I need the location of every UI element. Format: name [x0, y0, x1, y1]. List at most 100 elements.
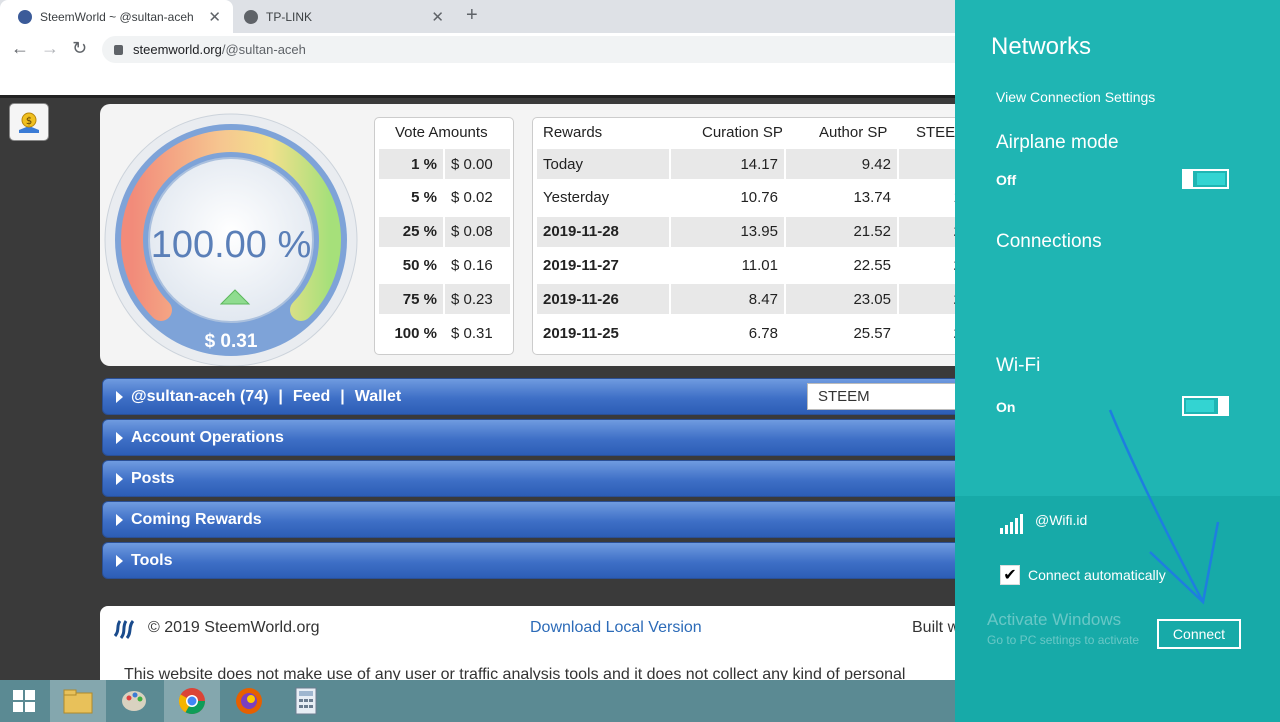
reward-period: 2019-11-27 [543, 256, 619, 274]
toggle-knob [1182, 169, 1193, 189]
stats-panel: 100.00 % $ 0.31 Vote Amounts 1 % $ 0.00 5 … [100, 104, 955, 366]
copyright: © 2019 SteemWorld.org [148, 619, 320, 636]
reward-period: 2019-11-28 [537, 216, 669, 247]
activate-windows-subtext: Go to PC settings to activate [987, 633, 1140, 647]
accordion-label: Tools [131, 551, 173, 569]
accordion-label: Posts [131, 469, 175, 487]
table-row: 25 % $ 0.08 [379, 215, 510, 249]
accordion-tools[interactable]: Tools [102, 542, 955, 579]
start-button[interactable] [0, 680, 48, 722]
file-explorer-button[interactable] [50, 680, 106, 722]
app-icon[interactable]: $ [9, 103, 49, 141]
vote-percent: 75 % [379, 284, 443, 315]
url-host: steemworld.org [133, 42, 222, 57]
url-input[interactable]: steemworld.org/@sultan-aceh [102, 36, 955, 63]
author-sp: 22.55 [853, 256, 891, 274]
accordion-label: Account Operations [131, 428, 284, 446]
account-link[interactable]: @sultan-aceh (74) [131, 388, 268, 406]
networks-title: Networks [991, 33, 1092, 60]
col-curation-sp: Curation SP [702, 124, 783, 141]
voting-power-gauge: 100.00 % $ 0.31 [104, 113, 358, 366]
paint-button[interactable] [106, 680, 162, 722]
activate-windows-watermark: Activate Windows [987, 610, 1122, 629]
vote-percent: 50 % [402, 256, 437, 274]
wifi-state: On [996, 399, 1016, 415]
close-tab-icon[interactable]: ✕ [208, 8, 221, 26]
vote-amounts-table: Vote Amounts 1 % $ 0.00 5 % $ 0.02 25 % $ 0.0… [374, 117, 514, 355]
steem-value: 9.42 [899, 149, 955, 179]
tab-steemworld[interactable]: SteemWorld ~ @sultan-aceh ✕ [0, 0, 233, 33]
table-header: Vote Amounts [395, 124, 488, 141]
table-row: 2019-11-27 11.01 22.55 22.54 [537, 248, 955, 282]
forward-icon[interactable]: → [41, 38, 59, 59]
view-connection-settings-link[interactable]: View Connection Settings [996, 89, 1155, 105]
calculator-icon [295, 687, 317, 715]
connect-automatically-checkbox[interactable]: ✔ [1000, 565, 1020, 585]
checkmark-icon: ✔ [1003, 567, 1017, 584]
accordion-account-operations[interactable]: Account Operations [102, 419, 955, 456]
reload-icon[interactable]: ↻ [72, 38, 87, 59]
curation-sp: 8.47 [671, 284, 784, 315]
accordion-coming-rewards[interactable]: Coming Rewards [102, 501, 955, 538]
chrome-icon [178, 688, 206, 715]
vote-amount: $ 0.02 [451, 189, 493, 207]
wallet-link[interactable]: Wallet [355, 388, 402, 406]
connect-automatically-label: Connect automatically [1028, 567, 1166, 583]
steem-value: 22.54 [899, 250, 955, 280]
footer: © 2019 SteemWorld.org Download Local Ver… [100, 606, 955, 680]
table-row: 5 % $ 0.02 [379, 181, 510, 215]
separator: | [340, 387, 345, 405]
col-steem: STEEM [916, 124, 955, 141]
svg-text:$: $ [26, 116, 32, 127]
airplane-mode-toggle[interactable] [1182, 169, 1229, 189]
curation-sp: 13.95 [671, 216, 784, 247]
wifi-network-item[interactable]: @Wifi.id ✔ Connect automatically Activat… [955, 496, 1280, 722]
taskbar [0, 680, 955, 722]
steem-value: 21.51 [899, 216, 955, 247]
col-author-sp: Author SP [819, 124, 888, 141]
url-path: /@sultan-aceh [221, 42, 306, 57]
lock-icon [114, 44, 123, 55]
curation-sp: 14.17 [671, 149, 784, 179]
toggle-fill [1186, 400, 1214, 412]
steem-value: 13.73 [899, 183, 955, 213]
connect-button[interactable]: Connect [1157, 619, 1241, 649]
tab-bar: SteemWorld ~ @sultan-aceh ✕ TP-LINK ✕ + [0, 0, 955, 33]
wifi-toggle[interactable] [1182, 396, 1229, 416]
steem-logo-icon [113, 620, 135, 639]
windows-logo-icon [13, 690, 35, 712]
expand-triangle-icon [116, 513, 123, 526]
networks-panel: Networks View Connection Settings Airpla… [955, 0, 1280, 722]
wordpress-icon [18, 9, 32, 24]
firefox-button[interactable] [221, 680, 277, 722]
table-row: 100 % $ 0.31 [379, 316, 510, 350]
expand-triangle-icon [116, 554, 123, 567]
calculator-button[interactable] [278, 680, 334, 722]
address-bar: ← → ↻ steemworld.org/@sultan-aceh [0, 33, 955, 65]
table-row: Yesterday 10.76 13.74 13.73 [537, 181, 955, 215]
page-content: $ 100.00 % $ 0.31 Vote Amounts 1 % $ 0.0… [0, 98, 955, 680]
account-header-bar[interactable]: @sultan-aceh (74) | Feed | Wallet STEEM [102, 378, 955, 415]
close-tab-icon[interactable]: ✕ [431, 8, 444, 26]
vote-percent: 25 % [379, 216, 443, 247]
back-icon[interactable]: ← [11, 38, 29, 59]
table-row: 1 % $ 0.00 [379, 147, 510, 181]
accordion-posts[interactable]: Posts [102, 460, 955, 497]
vote-amount: $ 0.31 [451, 324, 493, 342]
author-sp: 9.42 [786, 149, 897, 179]
download-link[interactable]: Download Local Version [530, 619, 702, 637]
author-sp: 21.52 [786, 216, 897, 247]
vote-amount: $ 0.16 [451, 256, 493, 274]
author-sp: 13.74 [853, 189, 891, 207]
folder-icon [63, 689, 93, 714]
table-row: Today14.179.429.42 [537, 147, 955, 181]
reward-period: 2019-11-26 [537, 284, 669, 315]
chrome-button[interactable] [164, 680, 220, 722]
author-sp: 25.57 [853, 324, 891, 342]
steem-value: 25.56 [899, 318, 955, 348]
tab-tplink[interactable]: TP-LINK ✕ [226, 0, 456, 33]
table-row: 75 % $ 0.23 [379, 282, 510, 316]
currency-select[interactable]: STEEM [807, 383, 955, 410]
new-tab-icon[interactable]: + [466, 4, 478, 27]
feed-link[interactable]: Feed [293, 388, 330, 406]
